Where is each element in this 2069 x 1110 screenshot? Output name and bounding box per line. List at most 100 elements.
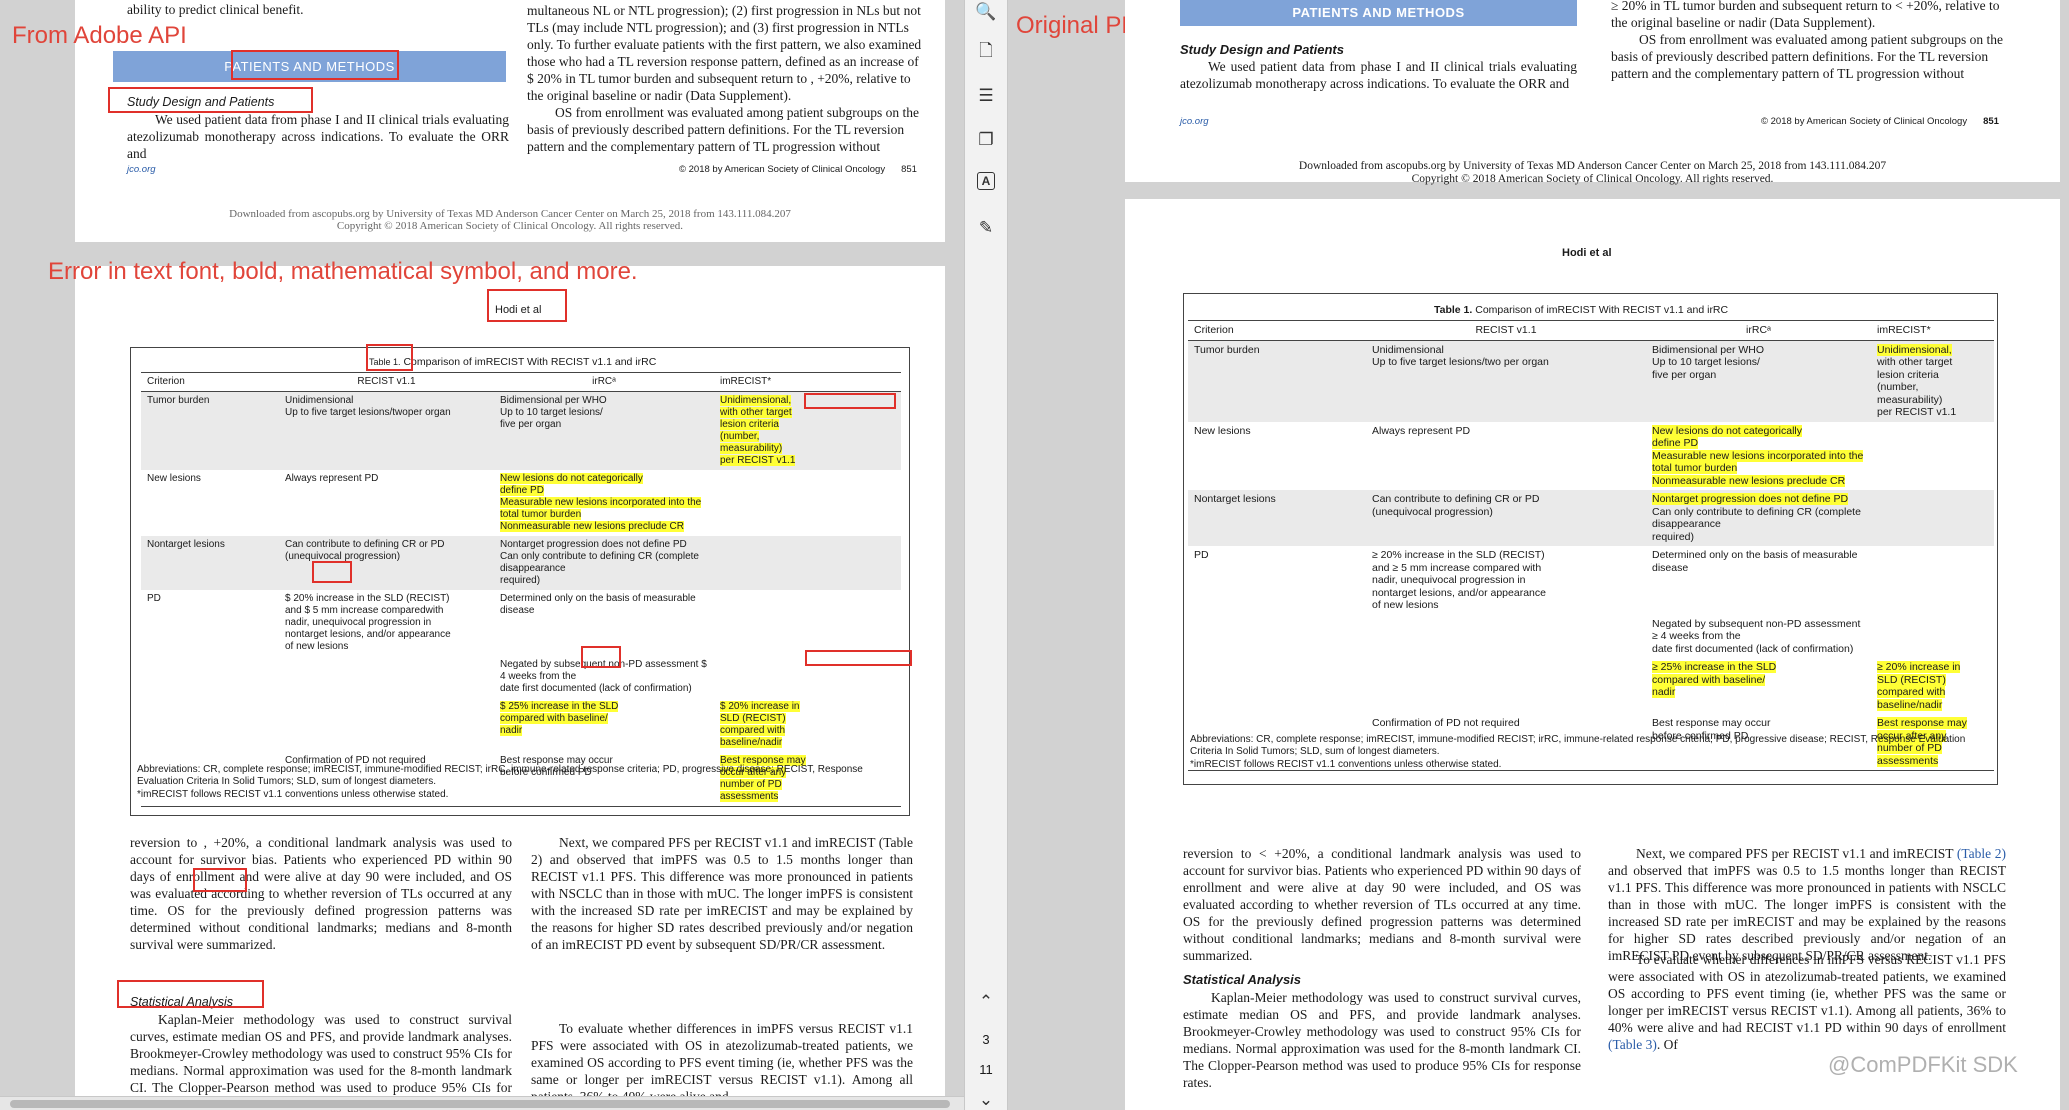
footer-link[interactable]: jco.org	[127, 164, 156, 175]
irrc-text-text: New lesions do not categorically define …	[500, 473, 702, 532]
text-icon[interactable]: A	[977, 172, 995, 190]
recist-text: Always represent PD	[285, 473, 488, 485]
table-cell: Determined only on the basis of measurab…	[1646, 546, 1871, 615]
table-cell: Always represent PD	[279, 470, 494, 536]
nontarget-row: Nontarget lesions Can contribute to defin…	[141, 536, 901, 590]
bookmark-icon[interactable]: ❐	[974, 128, 998, 152]
search-icon[interactable]: 🔍	[974, 0, 998, 24]
irrc-text: Determined only on the basis of measurab…	[1652, 549, 1865, 574]
table-header-cell: imRECIST*	[720, 376, 772, 387]
irrc-text-text: Measurable new lesions incorporated into…	[1652, 449, 1864, 474]
horizontal-scrollbar[interactable]	[0, 1096, 964, 1110]
criterion-text: New lesions	[1194, 425, 1360, 438]
footer-copyright-text: © 2018 by American Society of Clinical O…	[679, 164, 886, 175]
table-cell: Nontarget lesions	[141, 536, 279, 590]
irrc-text: $ 25% increase in the SLD compared with …	[500, 701, 708, 737]
col2a-text-1: Next, we compared PFS per RECIST v1.1 an…	[1636, 846, 1954, 861]
table-cell	[1366, 658, 1646, 714]
footer-copyright-text: © 2018 by American Society of Clinical O…	[1761, 116, 1968, 127]
irrc-text: Nonmeasurable new lesions preclude CR	[1652, 474, 1865, 488]
table-cell: PD	[1188, 546, 1366, 615]
stamp-icon[interactable]: ✎	[974, 216, 998, 240]
table-frame: Table 1. Comparison of imRECIST With REC…	[130, 347, 910, 816]
page-current: 3	[982, 1032, 990, 1047]
top-left-line: ability to predict clinical benefit.	[127, 2, 304, 17]
imrecist-text: Unidimensional,	[1877, 343, 1988, 357]
thumbnails-icon[interactable]: ☰	[974, 84, 998, 108]
download-line-2: Copyright © 2018 American Society of Cli…	[336, 220, 684, 232]
criterion-text-text: Tumor burden	[1194, 343, 1260, 356]
table-cell	[279, 656, 494, 698]
table-cell	[279, 698, 494, 752]
irrc-text: define PD	[1652, 437, 1865, 450]
col2b-text-2: . Of	[1656, 1037, 1678, 1052]
table-cell: Nontarget progression does not define PD…	[1646, 490, 1871, 546]
criterion-text: Nontarget lesions	[147, 539, 273, 551]
recist-text-text: Unidimensional Up to five target lesions…	[1372, 343, 1549, 369]
symbol-highlight-3	[805, 650, 912, 666]
imrecist-text-text: Unidimensional,	[1877, 343, 1952, 356]
heading-highlight	[231, 50, 399, 80]
right-line: OS from enrollment was evaluated among p…	[1639, 32, 2004, 47]
table-header-cell: RECIST v1.1	[357, 376, 416, 387]
original-page-1: PATIENTS AND METHODS Study Design and Pa…	[1125, 0, 2060, 185]
symbol-highlight-2	[581, 646, 621, 668]
table-cell: Unidimensional Up to five target lesions…	[279, 392, 494, 471]
table-2-link[interactable]: (Table 2)	[1957, 846, 2006, 861]
col2b-text-1: To evaluate whether differences in imPFS…	[1608, 952, 2006, 1035]
table-label-highlight	[366, 344, 413, 371]
table-body: Criterion RECIST v1.1 irRCᵃ imRECIST* Tumor …	[141, 372, 901, 807]
table-cell	[141, 656, 279, 698]
adobe-page-1: ability to predict clinical benefit. PAT…	[75, 0, 945, 242]
left-body: We used patient data from phase I and II…	[1180, 59, 1577, 91]
table-3-link[interactable]: (Table 3)	[1608, 1037, 1657, 1052]
chevron-down-icon[interactable]: ⌄	[974, 1088, 998, 1110]
table-cell: New lesions	[141, 470, 279, 536]
criterion-text-text: PD	[147, 593, 161, 604]
table-cell	[714, 536, 901, 590]
irrc-text: New lesions do not categorically define …	[500, 473, 708, 533]
table-cell: $ 25% increase in the SLD compared with …	[494, 698, 714, 752]
imrecist-text: with other target lesion criteria (numbe…	[1877, 356, 1988, 419]
download-line-1: Downloaded from ascopubs.org by Universi…	[229, 208, 791, 220]
table-cell: $ 20% increase in the SLD (RECIST) and $…	[279, 590, 494, 656]
subheading: Study Design and Patients	[1180, 42, 1344, 57]
criterion-text: Tumor burden	[147, 395, 273, 407]
irrc-text-text: Can only contribute to defining CR (comp…	[1652, 505, 1861, 543]
irrc-text: Nontarget progression does not define PD…	[500, 539, 708, 587]
table-cell: New lesions	[1188, 422, 1366, 491]
irrc-text: Measurable new lesions incorporated into…	[1652, 449, 1865, 475]
right-column: multaneous NL or NTL progression); (2) f…	[527, 2, 921, 155]
footer-link[interactable]: jco.org	[1180, 116, 1209, 127]
right-line: ≥ 20% in TL tumor burden and subsequent …	[1611, 0, 2000, 13]
adobe-output-pane[interactable]: ability to predict clinical benefit. PAT…	[0, 0, 964, 1110]
irrc-text-text: Nontarget progression does not define PD…	[500, 539, 699, 586]
table-body: Criterion RECIST v1.1 irRCᵃ imRECIST* Tumor …	[1188, 320, 1994, 771]
table-cell	[1188, 615, 1366, 659]
running-head: Hodi et al	[1562, 247, 1612, 259]
criterion-text: Tumor burden	[1194, 344, 1360, 357]
table-cell: Tumor burden	[141, 392, 279, 471]
chevron-up-icon[interactable]: ⌃	[974, 990, 998, 1014]
table-abbrev: Abbreviations: CR, complete response; im…	[137, 764, 863, 787]
subheading-highlight	[108, 87, 313, 113]
right-line: $ 20% in TL tumor burden and subsequent …	[527, 71, 911, 86]
pd-sub-row: Negated by subsequent non-PD assessment …	[141, 656, 901, 698]
recist-text: Can contribute to defining CR or PD (une…	[1372, 493, 1640, 518]
table-cell: Bidimensional per WHO Up to 10 target le…	[1646, 340, 1871, 422]
scrollbar-thumb[interactable]	[10, 1100, 950, 1108]
new-lesions-row: New lesions Always represent PD New lesion…	[141, 470, 901, 536]
original-pdf-pane[interactable]: Original PDF PATIENTS AND METHODS Study …	[1008, 0, 2069, 1110]
pd-row: PD $ 20% increase in the SLD (RECIST) and…	[141, 590, 901, 656]
irrc-text: Nontarget progression does not define PD	[1652, 493, 1865, 506]
table-footnote: *imRECIST follows RECIST v1.1 convention…	[1190, 759, 1502, 770]
page-icon[interactable]: 🗋	[974, 40, 998, 64]
recist-text: Unidimensional Up to five target lesions…	[285, 395, 488, 419]
table-cell: PD	[141, 590, 279, 656]
col1-paragraph: reversion to , +20%, a conditional landm…	[130, 835, 512, 952]
irrc-text-text: $ 25% increase in the SLD compared with …	[500, 701, 619, 736]
imrecist-text-text: with other target lesion criteria (numbe…	[1877, 356, 1957, 418]
table-header-cell: Criterion	[147, 376, 185, 387]
criterion-text: Nontarget lesions	[1194, 493, 1360, 506]
table-cell	[1871, 546, 1994, 615]
